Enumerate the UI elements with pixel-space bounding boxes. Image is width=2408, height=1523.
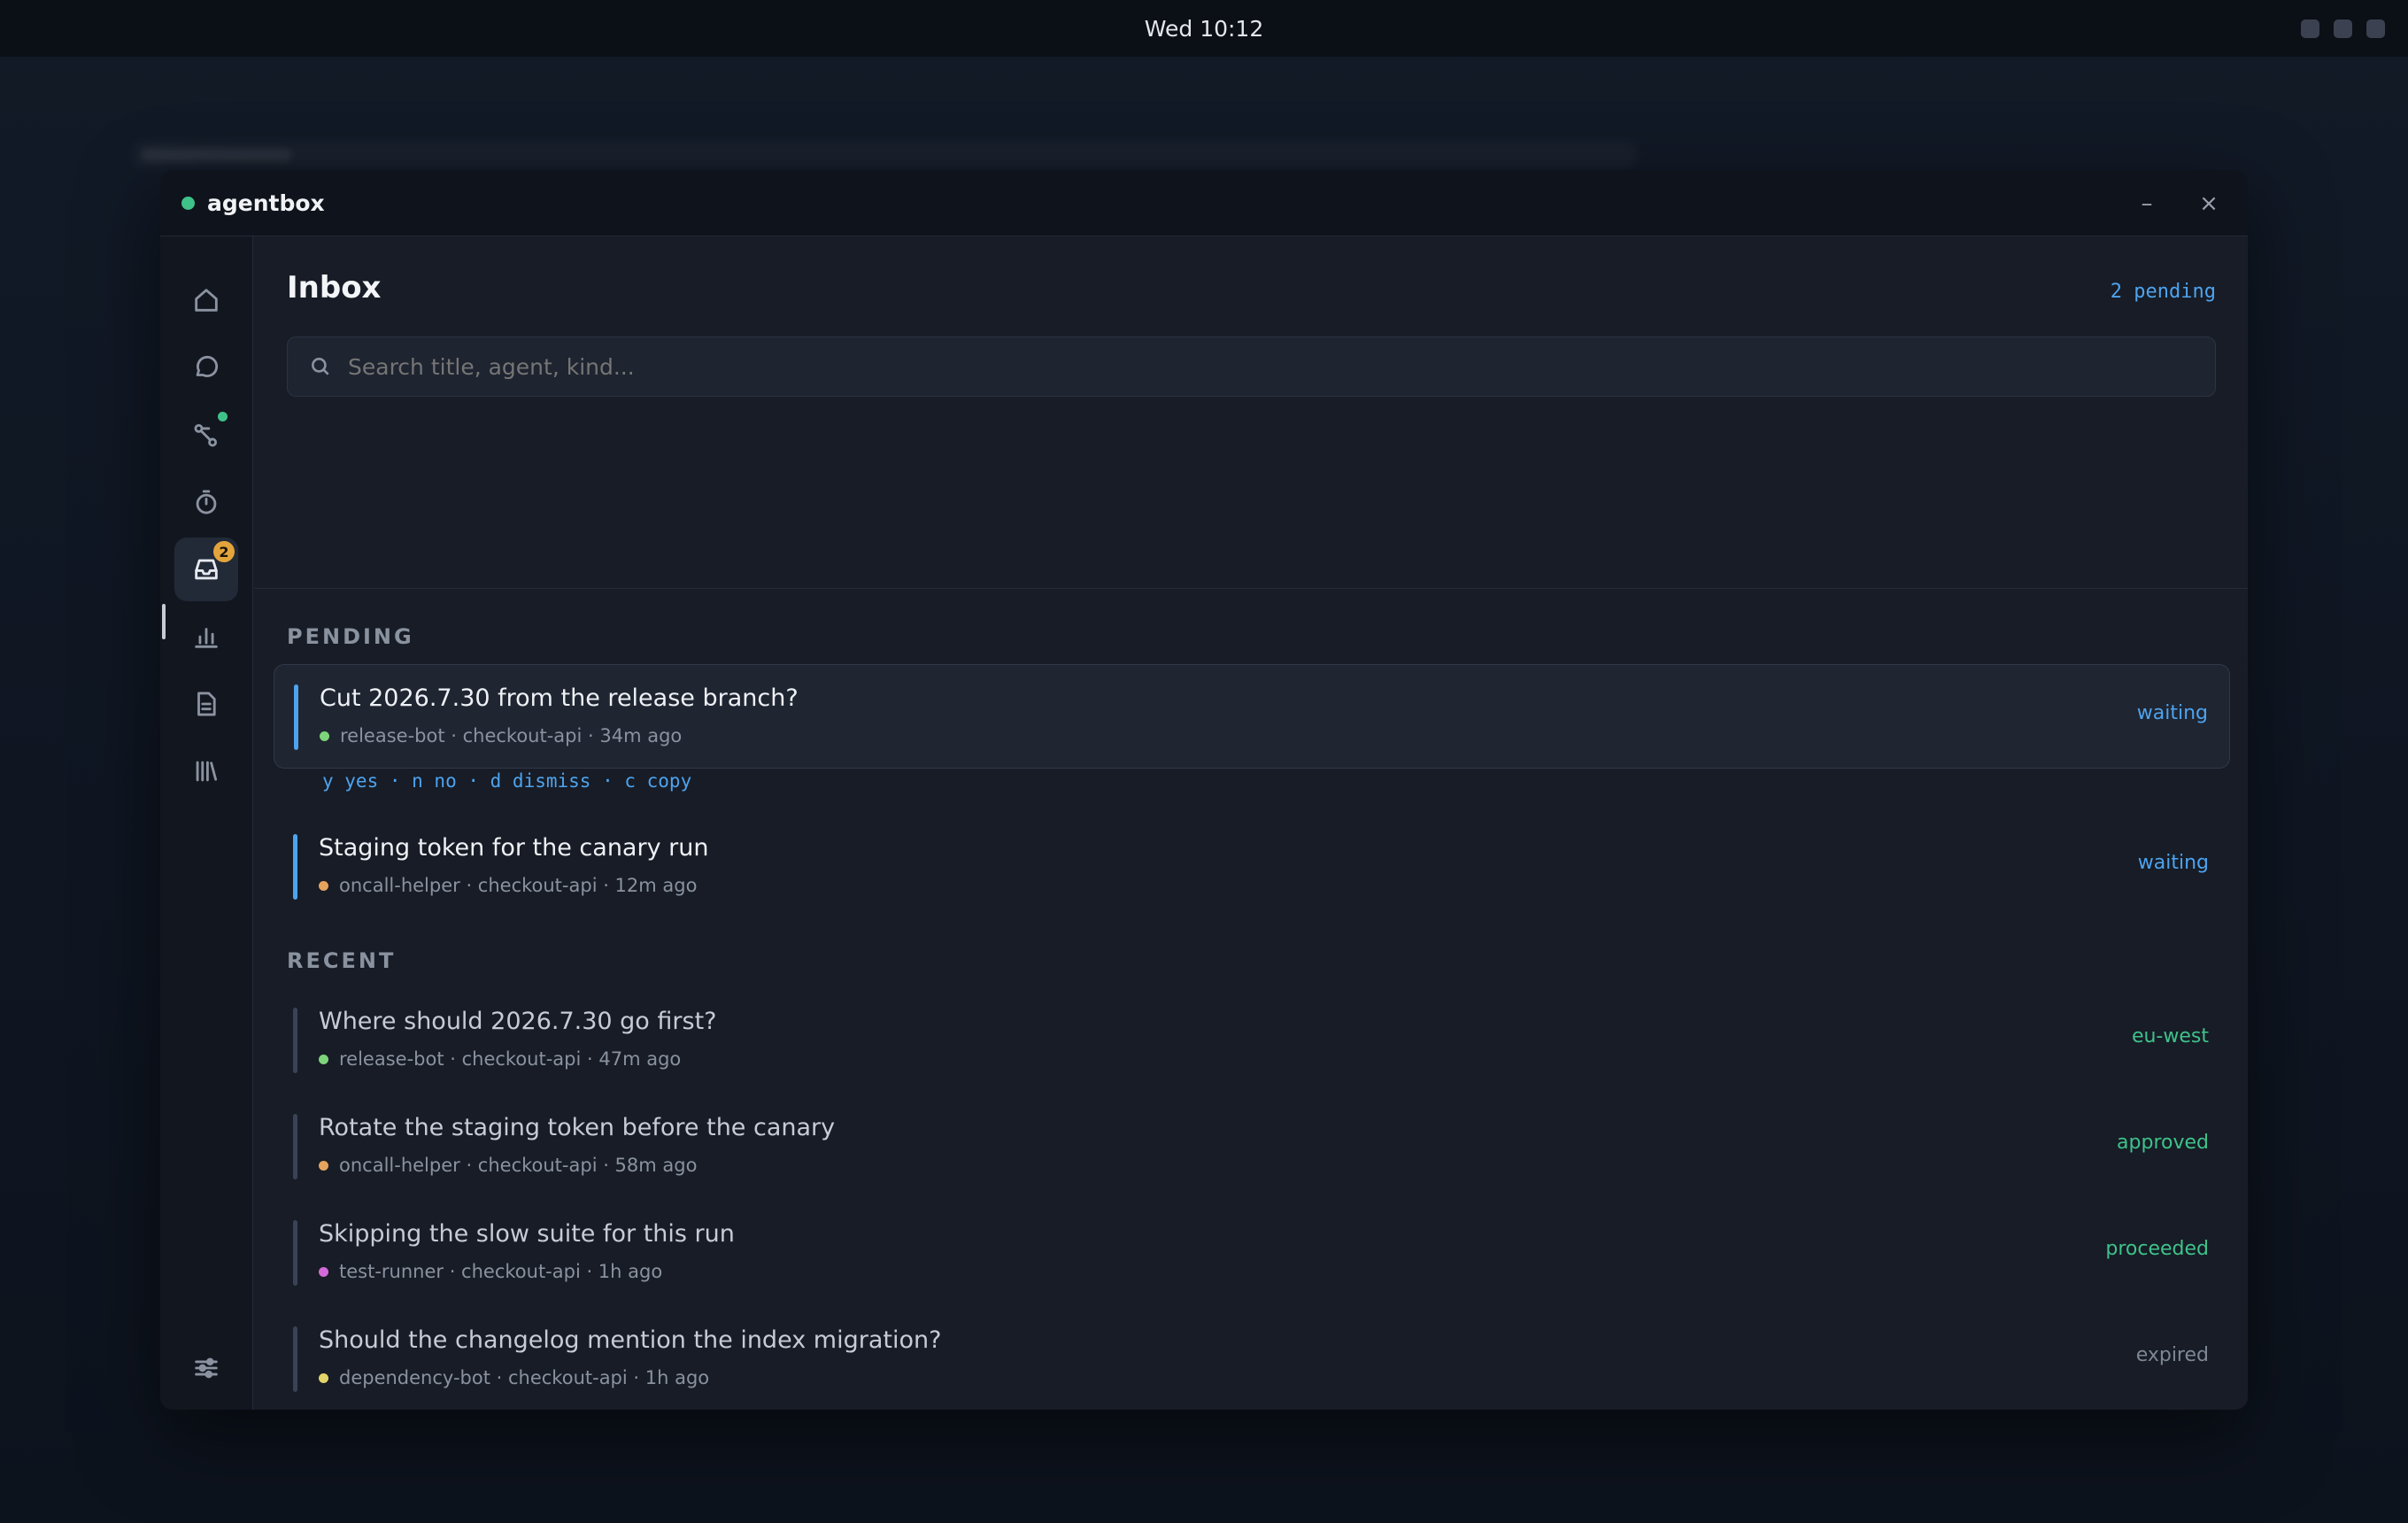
- sidebar-item-inbox[interactable]: 2: [174, 537, 238, 601]
- item-meta: dependency-bot · checkout-api · 1h ago: [319, 1367, 709, 1388]
- home-icon: [195, 289, 218, 312]
- item-meta-text: release-bot · checkout-api · 34m ago: [340, 725, 683, 746]
- header-divider: [254, 588, 2248, 589]
- inbox-badge: 2: [213, 541, 235, 562]
- tray-indicator-icon[interactable]: [2334, 19, 2352, 38]
- inbox-panel: Inbox 2 pending PENDING Cut 2026.7.30 fr…: [254, 236, 2248, 1392]
- item-title: Staging token for the canary run: [319, 834, 709, 862]
- sidebar: 2: [160, 236, 253, 1410]
- system-tray: [2301, 19, 2385, 38]
- item-accent-bar: [293, 834, 297, 900]
- system-top-bar: Wed 10:12: [0, 0, 2408, 57]
- sliders-icon: [195, 1357, 218, 1379]
- background-window-ghost: [133, 142, 1638, 168]
- item-meta-text: dependency-bot · checkout-api · 1h ago: [339, 1367, 710, 1388]
- sidebar-item-timers[interactable]: [174, 470, 238, 534]
- item-meta: oncall-helper · checkout-api · 58m ago: [319, 1155, 697, 1176]
- item-accent-bar: [293, 1220, 297, 1286]
- close-button[interactable]: ×: [2191, 186, 2227, 221]
- item-accent-bar: [294, 684, 298, 750]
- title-bar: agentbox – ×: [160, 170, 2248, 236]
- sidebar-item-stats[interactable]: [174, 605, 238, 669]
- item-meta: release-bot · checkout-api · 34m ago: [320, 725, 682, 746]
- section-pending-label: PENDING: [287, 624, 414, 649]
- agent-color-dot: [320, 731, 329, 741]
- section-recent-label: RECENT: [287, 948, 397, 973]
- chat-bubble-icon: [196, 355, 219, 377]
- item-status: waiting: [2136, 702, 2208, 724]
- search-input[interactable]: [348, 353, 2119, 380]
- sidebar-item-docs[interactable]: [174, 672, 238, 736]
- tray-indicator-icon[interactable]: [2301, 19, 2319, 38]
- activity-dot: [218, 412, 228, 421]
- item-title: Should the changelog mention the index m…: [319, 1326, 942, 1354]
- agent-color-dot: [319, 880, 328, 891]
- sidebar-item-home[interactable]: [174, 268, 238, 332]
- background-window-ghost-title: [142, 149, 292, 161]
- library-books-icon: [196, 761, 218, 782]
- item-title: Where should 2026.7.30 go first?: [319, 1008, 717, 1035]
- pending-item[interactable]: Cut 2026.7.30 from the release branch? r…: [274, 664, 2230, 769]
- item-meta-text: oncall-helper · checkout-api · 58m ago: [339, 1155, 698, 1176]
- recent-item[interactable]: Where should 2026.7.30 go first? release…: [274, 988, 2230, 1093]
- pending-item[interactable]: Staging token for the canary run oncall-…: [274, 815, 2230, 919]
- active-indicator: [162, 604, 166, 639]
- share-nodes-icon: [194, 423, 218, 447]
- search-icon: [312, 358, 329, 375]
- sidebar-item-chat[interactable]: [174, 336, 238, 399]
- page-title: Inbox: [287, 270, 382, 305]
- system-clock: Wed 10:12: [1144, 15, 1264, 42]
- agent-color-dot: [319, 1054, 328, 1064]
- search-box[interactable]: [287, 336, 2216, 397]
- minimize-button[interactable]: –: [2129, 186, 2165, 221]
- stopwatch-icon: [196, 490, 217, 514]
- document-icon: [197, 692, 216, 716]
- item-accent-bar: [293, 1008, 297, 1073]
- item-status: expired: [2135, 1344, 2209, 1366]
- sidebar-item-library[interactable]: [174, 739, 238, 803]
- recent-item[interactable]: Should the changelog mention the index m…: [274, 1307, 2230, 1410]
- item-meta: release-bot · checkout-api · 47m ago: [319, 1048, 681, 1070]
- pending-count: 2 pending: [2110, 281, 2216, 303]
- item-status: approved: [2117, 1132, 2209, 1154]
- item-meta-text: oncall-helper · checkout-api · 12m ago: [339, 875, 698, 896]
- agent-color-dot: [319, 1160, 328, 1171]
- item-accent-bar: [293, 1326, 297, 1392]
- agent-color-dot: [319, 1372, 328, 1383]
- item-meta-text: release-bot · checkout-api · 47m ago: [339, 1048, 682, 1070]
- key-hints: y yes · n no · d dismiss · c copy: [322, 770, 692, 792]
- tray-indicator-icon[interactable]: [2366, 19, 2385, 38]
- app-name: agentbox: [207, 189, 325, 216]
- item-status: proceeded: [2105, 1238, 2209, 1260]
- settings-button[interactable]: [174, 1336, 238, 1400]
- app-status-dot: [181, 196, 195, 210]
- sidebar-item-flows[interactable]: [174, 403, 238, 467]
- item-title: Rotate the staging token before the cana…: [319, 1114, 836, 1141]
- app-window: agentbox – × 2 Inbox 2 pending Search ti…: [160, 170, 2248, 1410]
- recent-item[interactable]: Skipping the slow suite for this run tes…: [274, 1201, 2230, 1305]
- item-title: Cut 2026.7.30 from the release branch?: [320, 684, 799, 712]
- recent-item[interactable]: Rotate the staging token before the cana…: [274, 1094, 2230, 1199]
- item-accent-bar: [293, 1114, 297, 1179]
- item-title: Skipping the slow suite for this run: [319, 1220, 735, 1248]
- item-meta-text: test-runner · checkout-api · 1h ago: [339, 1261, 663, 1282]
- agent-color-dot: [319, 1266, 328, 1277]
- item-meta: test-runner · checkout-api · 1h ago: [319, 1261, 662, 1282]
- item-meta: oncall-helper · checkout-api · 12m ago: [319, 875, 697, 896]
- item-status: eu-west: [2131, 1025, 2209, 1048]
- item-status: waiting: [2137, 852, 2209, 874]
- bar-chart-icon: [195, 628, 218, 648]
